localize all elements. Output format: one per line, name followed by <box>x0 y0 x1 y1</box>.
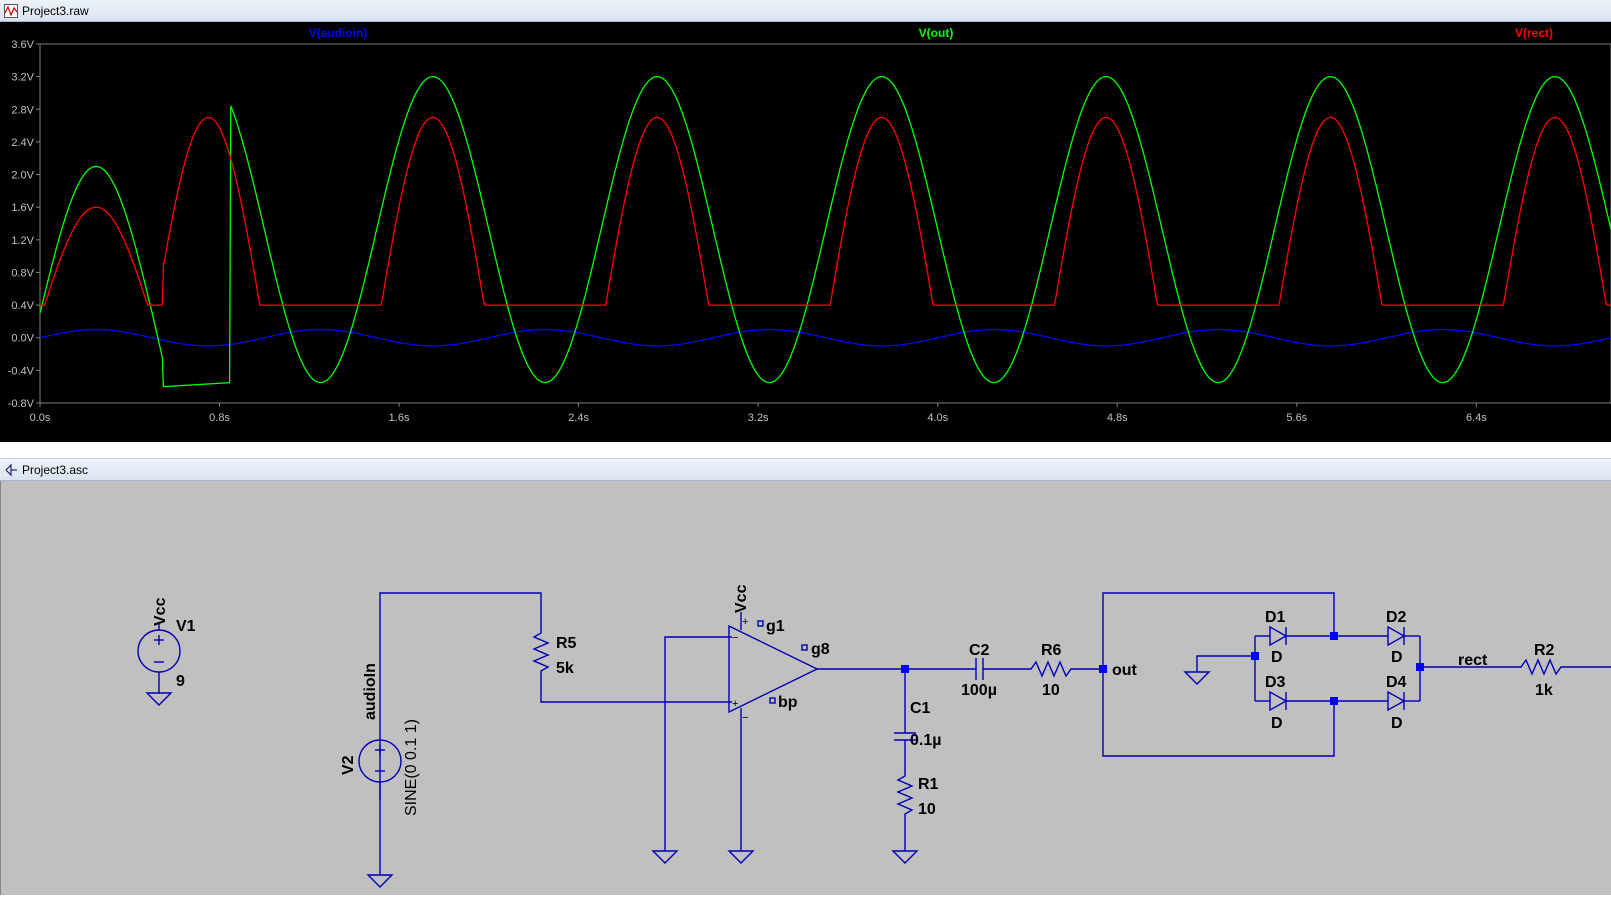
pin-g8 <box>801 644 808 651</box>
label-c1: C1 <box>910 700 931 717</box>
label-vcc-source: Vcc <box>152 597 169 626</box>
ground-icon <box>727 850 755 864</box>
ground-icon <box>891 850 919 864</box>
y-tick-label: 2.0V <box>11 170 34 182</box>
pin-g1 <box>757 620 764 627</box>
label-v2: V2 <box>340 755 357 775</box>
label-d3-value: D <box>1271 715 1283 732</box>
y-tick-label: 1.2V <box>11 235 34 247</box>
label-r6-value: 10 <box>1042 682 1060 699</box>
label-v2-value: SINE(0 0.1 1) <box>403 719 420 816</box>
schematic-window-titlebar[interactable]: Project3.asc <box>0 459 1611 481</box>
plus-mark: + <box>742 616 748 628</box>
x-tick-label: 0.8s <box>209 412 230 424</box>
label-r2-value: 1k <box>1535 682 1553 699</box>
v1-voltage-source[interactable] <box>137 624 181 693</box>
waveform-window-title: Project3.raw <box>22 3 89 18</box>
label-d1-value: D <box>1271 649 1283 666</box>
label-c2-value: 100µ <box>961 682 997 699</box>
y-tick-label: 2.8V <box>11 104 34 116</box>
d1-diode[interactable] <box>1269 625 1288 647</box>
schematic-canvas[interactable]: + − + − Vcc V1 9 audioIn V2 SINE(0 0.1 1… <box>0 481 1611 895</box>
window-separator <box>0 442 1611 459</box>
y-tick-label: 3.6V <box>11 39 34 51</box>
label-r2: R2 <box>1534 642 1555 659</box>
waveform-plot[interactable]: V(audioin) V(out) V(rect) 3.6V 3.2V 2.8V 2.4V… <box>0 22 1611 442</box>
d2-diode[interactable] <box>1387 625 1406 647</box>
x-tick-label: 6.4s <box>1466 412 1487 424</box>
waveform-chart[interactable]: V(audioin) V(out) V(rect) 3.6V 3.2V 2.8V 2.4V… <box>0 22 1611 442</box>
trace-vaudioin[interactable] <box>39 328 1611 347</box>
ground-icon <box>651 850 679 864</box>
minus-mark: − <box>742 712 748 724</box>
label-d4-value: D <box>1391 715 1403 732</box>
trace-label[interactable]: V(audioin) <box>309 26 368 40</box>
schematic-icon <box>5 463 17 476</box>
label-r5: R5 <box>556 635 577 652</box>
label-g1: g1 <box>766 618 785 635</box>
d4-diode[interactable] <box>1387 690 1406 712</box>
opamp-symbol[interactable] <box>728 624 819 714</box>
schematic-window-title: Project3.asc <box>22 462 89 477</box>
label-audioin: audioIn <box>362 663 379 720</box>
label-net-out: out <box>1112 662 1138 679</box>
x-tick-label: 4.8s <box>1107 412 1128 424</box>
y-tick-label: -0.4V <box>8 365 35 377</box>
label-r1: R1 <box>918 776 939 793</box>
label-d2-value: D <box>1391 649 1403 666</box>
label-d4: D4 <box>1386 674 1407 691</box>
label-c2: C2 <box>969 642 990 659</box>
y-tick-label: 0.4V <box>11 300 34 312</box>
waveform-window-titlebar[interactable]: Project3.raw <box>0 0 1611 22</box>
y-tick-label: 0.0V <box>11 333 34 345</box>
ground-icon <box>1183 671 1211 685</box>
label-g8: g8 <box>811 641 830 658</box>
label-r1-value: 10 <box>918 801 936 818</box>
label-v1: V1 <box>176 618 196 635</box>
y-tick-label: 1.6V <box>11 202 34 214</box>
label-net-rect: rect <box>1458 652 1488 669</box>
x-tick-label: 0.0s <box>30 412 51 424</box>
label-v1-value: 9 <box>176 673 185 690</box>
trace-label[interactable]: V(out) <box>919 26 954 40</box>
label-d1: D1 <box>1265 609 1286 626</box>
minus-mark: − <box>732 632 738 644</box>
x-tick-label: 3.2s <box>748 412 769 424</box>
r1-resistor[interactable] <box>896 740 914 851</box>
label-d3: D3 <box>1265 674 1286 691</box>
label-vcc-opamp: Vcc <box>733 584 750 613</box>
x-tick-label: 2.4s <box>568 412 589 424</box>
plus-mark: + <box>732 698 738 710</box>
label-bp: bp <box>778 694 798 711</box>
waveform-icon <box>4 3 18 18</box>
y-tick-label: -0.8V <box>8 398 35 410</box>
y-tick-label: 0.8V <box>11 267 34 279</box>
trace-label[interactable]: V(rect) <box>1515 26 1553 40</box>
r2-resistor[interactable] <box>1420 658 1611 676</box>
d3-diode[interactable] <box>1269 690 1288 712</box>
x-tick-label: 1.6s <box>389 412 410 424</box>
pin-bp <box>769 697 776 704</box>
x-tick-label: 5.6s <box>1286 412 1307 424</box>
schematic-drawing[interactable]: + − + − Vcc V1 9 audioIn V2 SINE(0 0.1 1… <box>1 481 1611 895</box>
r6-resistor[interactable] <box>983 660 1103 678</box>
label-r6: R6 <box>1041 642 1062 659</box>
label-c1-value: 0.1µ <box>910 732 941 749</box>
label-d2: D2 <box>1386 609 1407 626</box>
label-r5-value: 5k <box>556 660 574 677</box>
y-tick-label: 3.2V <box>11 72 34 84</box>
ground-icon <box>145 692 173 706</box>
ground-icon <box>366 874 394 888</box>
y-tick-label: 2.4V <box>11 137 34 149</box>
x-tick-label: 4.0s <box>927 412 948 424</box>
